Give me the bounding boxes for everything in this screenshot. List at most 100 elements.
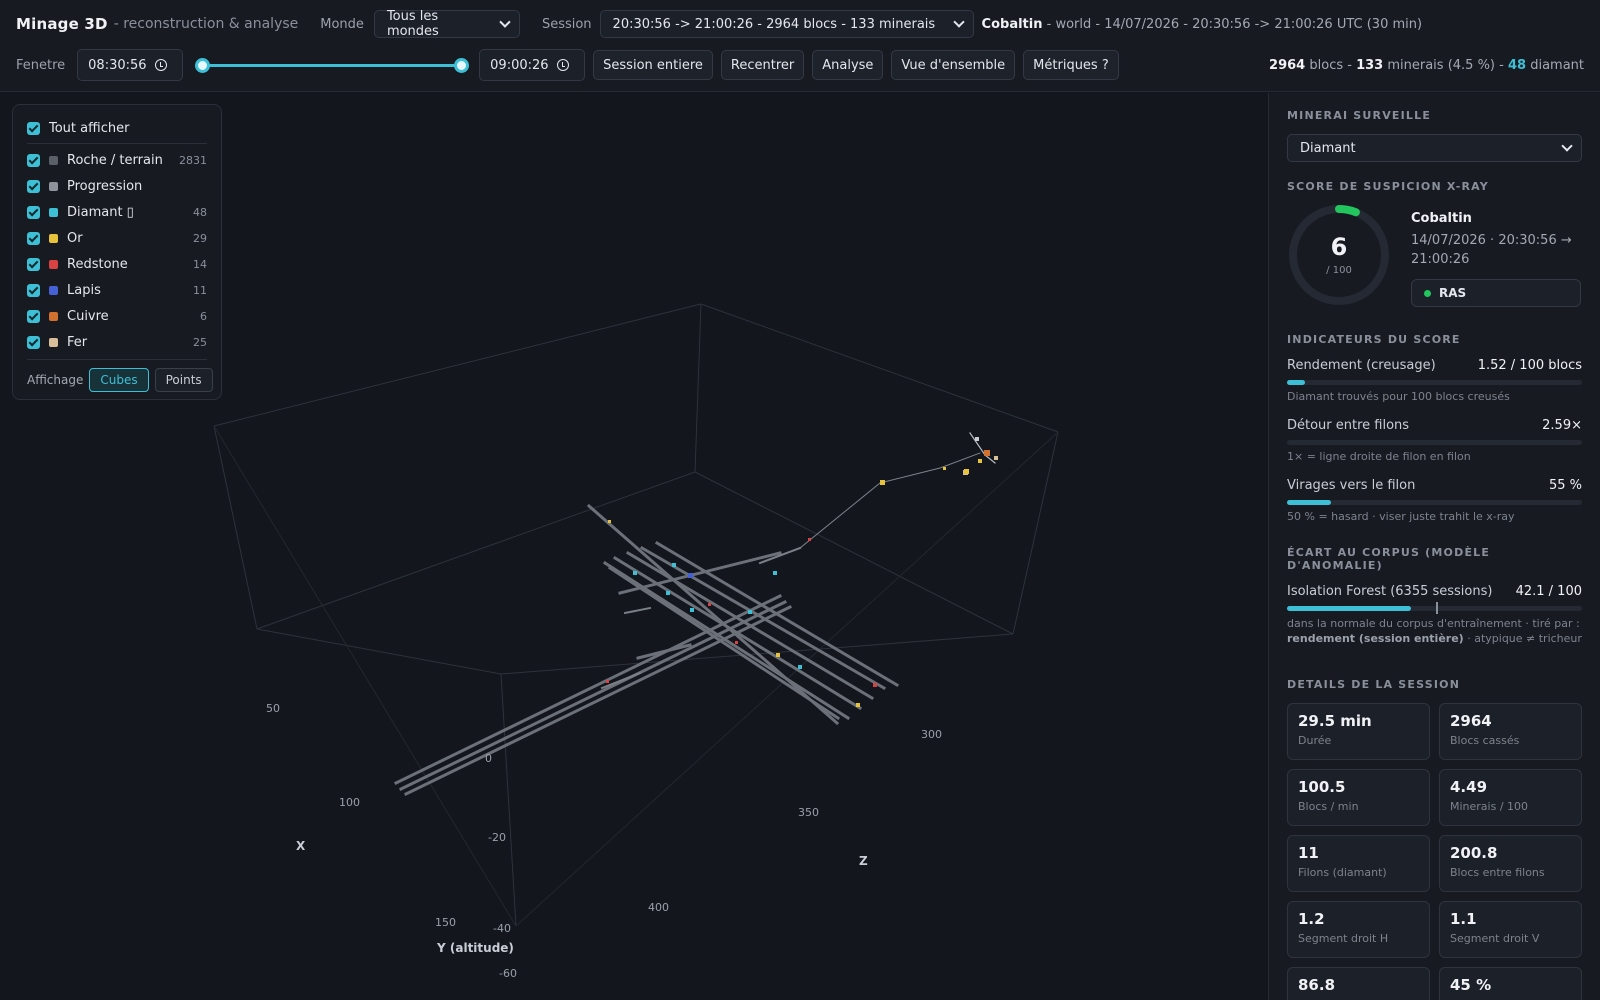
indicator-bar <box>1287 380 1582 385</box>
slider-end-handle[interactable] <box>454 58 470 73</box>
indicator-label: Rendement (creusage) <box>1287 358 1436 373</box>
legend-item-label: Or <box>67 230 83 246</box>
legend-item[interactable]: Roche / terrain 2831 <box>27 147 207 173</box>
session-player: Cobaltin <box>981 16 1043 32</box>
metrics-help-button[interactable]: Métriques ? <box>1023 50 1119 80</box>
stat-card-label: Segment droit V <box>1450 932 1540 945</box>
legend-item-count: 14 <box>193 257 207 271</box>
y-tick-neg60: -60 <box>499 967 517 980</box>
checkbox-icon[interactable] <box>27 283 40 297</box>
iso-hint-line2: · atypique ≠ tricheur <box>1467 632 1582 645</box>
legend-item-label: Redstone <box>67 256 128 272</box>
chevron-down-icon <box>952 16 965 28</box>
stat-card: 4.49 Minerais / 100 <box>1439 769 1582 826</box>
indicator-bar <box>1287 500 1582 505</box>
legend-items: Roche / terrain 2831 Progression Diamant ▯ 4… <box>27 147 207 355</box>
mode-points-button[interactable]: Points <box>154 367 213 392</box>
legend-item[interactable]: Redstone 14 <box>27 251 207 277</box>
app-subtitle: - reconstruction & analyse <box>113 16 299 32</box>
legend-item[interactable]: Progression <box>27 173 207 199</box>
x-axis-title: X <box>296 839 306 853</box>
recenter-button[interactable]: Recentrer <box>720 50 805 80</box>
stat-blocks: 2964 <box>1269 57 1306 73</box>
stat-card-value: 2964 <box>1450 712 1492 730</box>
stat-card: 1.1 Segment droit V <box>1439 901 1582 958</box>
checkbox-icon[interactable] <box>27 231 40 245</box>
checkbox-icon[interactable] <box>27 121 40 135</box>
z-tick-300: 300 <box>921 728 942 741</box>
display-mode: Affichage Cubes Points <box>27 359 213 399</box>
stat-card: 29.5 min Durée <box>1287 703 1430 760</box>
iso-hint-line1: dans la normale du corpus d'entraînement… <box>1287 617 1580 630</box>
legend-divider <box>27 143 207 144</box>
slider-start-handle[interactable] <box>195 58 211 73</box>
score-max: / 100 <box>1326 265 1352 276</box>
display-mode-label: Affichage <box>27 372 84 387</box>
stat-card-label: Blocs entre filons <box>1450 866 1545 879</box>
checkbox-icon[interactable] <box>27 309 40 323</box>
x-tick-150: 150 <box>435 916 456 929</box>
analysis-button[interactable]: Analyse <box>812 50 884 80</box>
y-tick-neg40: -40 <box>493 922 511 935</box>
legend-item[interactable]: Or 29 <box>27 225 207 251</box>
world-select[interactable]: Tous les mondes <box>373 9 520 39</box>
iso-value: 42.1 / 100 <box>1515 584 1582 599</box>
score-indicators: Rendement (creusage) 1.52 / 100 blocs Diam… <box>1287 358 1582 538</box>
legend-item[interactable]: Diamant ▯ 48 <box>27 199 207 225</box>
stat-card-label: Durée <box>1298 734 1332 747</box>
color-swatch-icon <box>49 207 58 217</box>
session-stats: 2964 blocs - 133 minerais (4.5 %) - 48 d… <box>1269 58 1584 73</box>
legend-item[interactable]: Lapis 11 <box>27 277 207 303</box>
suspicion-score: 6 / 100 Cobaltin 14/07/2026 · 20:30:56 →… <box>1287 203 1582 311</box>
legend-item-label: Roche / terrain <box>67 152 163 168</box>
analysis-panel: Minerai surveille Diamant Score de suspi… <box>1268 93 1600 1000</box>
stat-card-label: Filons (diamant) <box>1298 866 1387 879</box>
checkbox-icon[interactable] <box>27 179 40 193</box>
overview-button[interactable]: Vue d'ensemble <box>891 50 1016 80</box>
indicator-value: 1.52 / 100 blocs <box>1477 358 1582 373</box>
indicator-value: 2.59× <box>1542 418 1582 433</box>
full-session-button[interactable]: Session entiere <box>593 50 713 80</box>
checkbox-icon[interactable] <box>27 335 40 349</box>
iso-threshold-marker <box>1435 602 1438 614</box>
checkbox-icon[interactable] <box>27 153 40 167</box>
y-tick-neg20: -20 <box>488 831 506 844</box>
legend-item[interactable]: Cuivre 6 <box>27 303 207 329</box>
mining-tunnels <box>393 432 996 797</box>
indicator-label: Détour entre filons <box>1287 418 1410 433</box>
color-swatch-icon <box>49 259 58 269</box>
legend-item[interactable]: Fer 25 <box>27 329 207 355</box>
legend-show-all[interactable]: Tout afficher <box>27 115 207 141</box>
session-select[interactable]: 20:30:56 -> 21:00:26 - 2964 blocs - 133 … <box>599 10 974 38</box>
chevron-down-icon <box>1561 140 1573 152</box>
session-select-value: 20:30:56 -> 21:00:26 - 2964 blocs - 133 … <box>612 16 936 32</box>
time-range-slider[interactable] <box>195 49 470 81</box>
clock-icon <box>154 59 167 71</box>
mode-cubes-button[interactable]: Cubes <box>89 367 149 392</box>
session-details: - world - 14/07/2026 - 20:30:56 -> 21:00… <box>1046 16 1423 32</box>
window-label: Fenetre <box>16 57 66 73</box>
score-indicator: Virages vers le filon 55 % 50 % = hasard ·… <box>1287 478 1582 538</box>
legend-item-label: Fer <box>67 334 88 350</box>
checkbox-icon[interactable] <box>27 257 40 271</box>
x-tick-100: 100 <box>339 796 360 809</box>
color-swatch-icon <box>49 155 58 165</box>
y-axis-title: Y (altitude) <box>437 941 514 955</box>
checkbox-icon[interactable] <box>27 205 40 219</box>
z-tick-350: 350 <box>798 806 819 819</box>
app-title: Minage 3D <box>16 15 108 33</box>
window-end-input[interactable]: 09:00:26 <box>479 49 586 81</box>
window-start-value: 08:30:56 <box>88 57 147 73</box>
color-swatch-icon <box>49 311 58 321</box>
chevron-down-icon <box>499 16 511 28</box>
stat-card-value: 11 <box>1298 844 1319 862</box>
stat-card-value: 29.5 min <box>1298 712 1372 730</box>
3d-viewport[interactable]: 50 100 150 X 0 -20 -40 -60 Y (altitude) … <box>0 93 1268 1000</box>
iso-bar <box>1287 606 1582 611</box>
world-label: Monde <box>320 16 364 32</box>
legend-item-count: 2831 <box>179 153 207 167</box>
window-start-input[interactable]: 08:30:56 <box>77 49 184 81</box>
window-end-value: 09:00:26 <box>490 57 549 73</box>
ore-select[interactable]: Diamant <box>1287 134 1582 162</box>
color-swatch-icon <box>49 233 58 243</box>
